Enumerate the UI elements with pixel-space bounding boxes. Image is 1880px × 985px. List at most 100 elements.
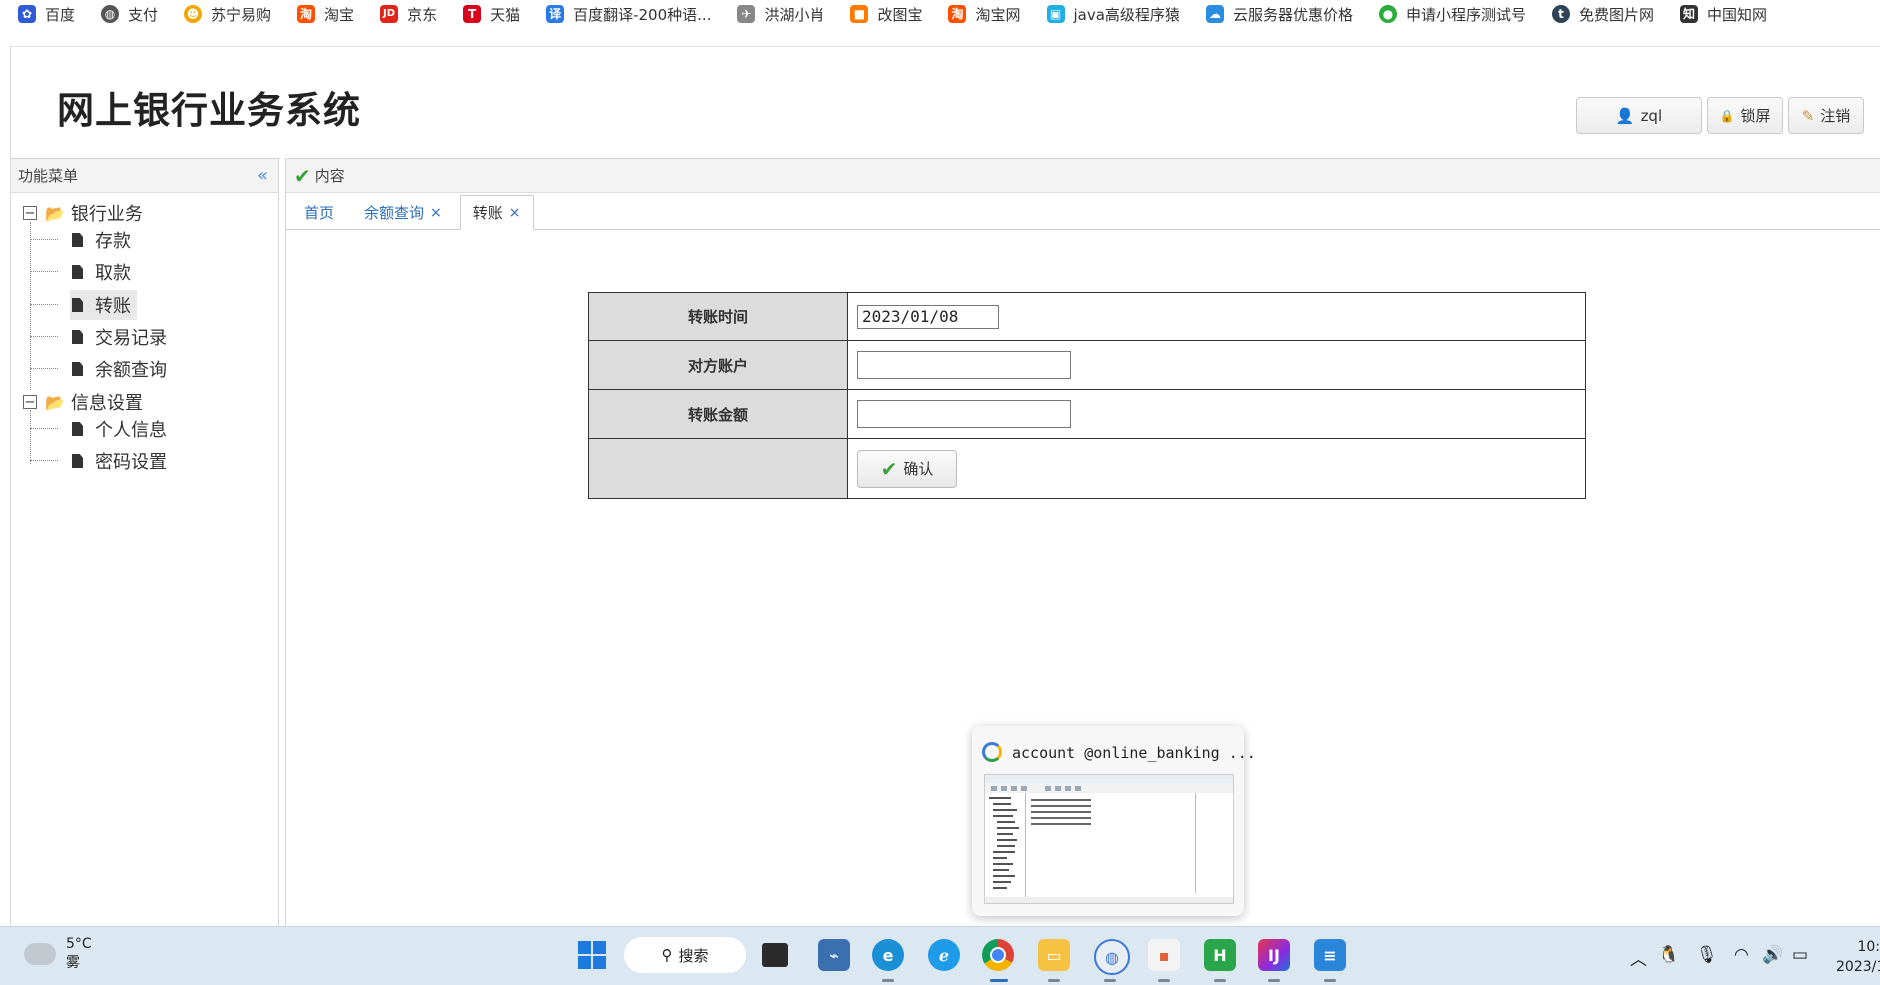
- running-indicator: [990, 979, 1008, 982]
- logout-button[interactable]: ✎ 注销: [1788, 97, 1864, 134]
- sidebar-item-profile[interactable]: 个人信息: [72, 416, 167, 442]
- bookmark-pay[interactable]: ◍ 支付: [101, 4, 158, 25]
- bookmark-free-images[interactable]: t 免费图片网: [1551, 4, 1654, 25]
- suning-lion-icon: ☻: [184, 5, 203, 23]
- jd-icon: JD: [380, 5, 399, 23]
- edge-browser-icon[interactable]: e: [872, 939, 904, 971]
- empty-label-cell: [588, 438, 848, 499]
- sidebar-item-transfer[interactable]: 转账: [70, 290, 137, 320]
- logout-icon: ✎: [1801, 106, 1815, 125]
- recipient-account-field[interactable]: [857, 351, 1071, 379]
- file-icon: [72, 422, 83, 436]
- weather-temperature: 5°C: [66, 936, 92, 952]
- navicat-icon[interactable]: ◍: [1094, 939, 1130, 975]
- bookmark-gaitubao[interactable]: ■ 改图宝: [850, 4, 922, 25]
- weather-widget[interactable]: 5°C 雾: [24, 936, 92, 972]
- form-row: 对方账户: [588, 340, 1586, 390]
- running-indicator: [1324, 979, 1336, 982]
- bookmark-java[interactable]: ▣ java高级程序猿: [1046, 4, 1180, 25]
- collapse-box-icon[interactable]: −: [23, 395, 37, 409]
- baidu-paw-icon: ✿: [18, 5, 36, 23]
- bookmark-tmall[interactable]: T 天猫: [463, 4, 520, 25]
- sidebar-item-balance[interactable]: 余额查询: [72, 356, 167, 382]
- tree-group-banking[interactable]: − 📂 银行业务: [23, 200, 143, 226]
- chrome-browser-icon[interactable]: [982, 939, 1014, 971]
- tab-transfer[interactable]: 转账 ×: [459, 195, 534, 230]
- collapse-box-icon[interactable]: −: [23, 206, 37, 220]
- running-indicator: [1048, 979, 1060, 982]
- close-icon[interactable]: ×: [430, 205, 442, 221]
- tree-guide-line: [30, 336, 58, 337]
- bookmark-taobao[interactable]: 淘淘宝: [297, 4, 354, 25]
- translate-icon: 译: [546, 5, 565, 23]
- taskbar-clock[interactable]: 10: 2023/1: [1836, 937, 1880, 977]
- form-value-cell: [847, 389, 1586, 439]
- running-indicator: [882, 979, 894, 982]
- tree-group-settings[interactable]: − 📂 信息设置: [23, 389, 143, 415]
- user-button[interactable]: 👤 zql: [1576, 97, 1702, 134]
- transfer-time-field[interactable]: [857, 304, 999, 329]
- file-icon: [72, 298, 83, 312]
- tree-guide-line: [30, 239, 58, 240]
- task-view-icon[interactable]: [762, 943, 788, 967]
- battery-icon[interactable]: ▭: [1792, 945, 1808, 965]
- windows-start-icon[interactable]: [576, 939, 608, 971]
- remote-desktop-icon[interactable]: ⌁: [818, 939, 850, 971]
- form-row: 转账金额: [588, 389, 1586, 439]
- bookmark-mini-program[interactable]: ● 申请小程序测试号: [1378, 4, 1526, 25]
- bookmark-baidu[interactable]: ✿ 百度: [18, 4, 75, 25]
- chevron-up-icon[interactable]: ︿: [1630, 945, 1647, 970]
- double-chevron-left-icon[interactable]: «: [257, 165, 268, 186]
- sidebar-item-withdraw[interactable]: 取款: [72, 259, 131, 285]
- bookmark-cnki[interactable]: 知中国知网: [1679, 4, 1767, 25]
- file-explorer-icon[interactable]: ▭: [1038, 939, 1070, 971]
- file-icon: [72, 330, 83, 344]
- bookmark-taobao-net[interactable]: 淘淘宝网: [948, 4, 1021, 25]
- window-preview[interactable]: [984, 774, 1234, 904]
- notepad-icon[interactable]: ≡: [1314, 939, 1346, 971]
- bird-icon: ✈: [737, 5, 756, 23]
- intellij-idea-icon[interactable]: IJ: [1258, 939, 1290, 971]
- transfer-amount-field[interactable]: [857, 400, 1071, 428]
- lock-screen-button[interactable]: 🔒 锁屏: [1707, 97, 1783, 134]
- tab-home[interactable]: 首页: [292, 196, 346, 229]
- file-icon: [72, 233, 83, 247]
- globe-icon: ◍: [101, 5, 120, 23]
- bookmark-suning[interactable]: ☻ 苏宁易购: [184, 4, 271, 25]
- bookmark-honghu[interactable]: ✈ 洪湖小肖: [737, 4, 824, 25]
- form-value-cell: [847, 340, 1586, 390]
- qq-icon[interactable]: 🐧: [1658, 945, 1679, 965]
- hbuilder-icon[interactable]: H: [1204, 939, 1236, 971]
- thumbnail-title: account @online_banking ...: [1012, 744, 1256, 762]
- taskbar-thumbnail-popup[interactable]: account @online_banking ...: [972, 726, 1256, 916]
- tree-guide-line: [30, 222, 31, 390]
- tree-guide-line: [30, 460, 58, 461]
- bookmark-baidu-translate[interactable]: 译百度翻译-200种语...: [546, 4, 711, 25]
- microphone-icon[interactable]: 🎙: [1696, 945, 1718, 965]
- transfer-amount-label: 转账金额: [588, 389, 848, 439]
- cnki-icon: 知: [1679, 5, 1698, 23]
- sidebar-title: 功能菜单: [18, 167, 79, 185]
- wifi-icon[interactable]: ◠: [1734, 945, 1749, 965]
- file-icon: [72, 265, 83, 279]
- taskbar: 5°C 雾 ⚲ 搜索 ⌁ e ℯ ▭ ◍ ▪ H IJ ≡ ︿ 🐧 🎙 ◠ 🔊 …: [0, 926, 1880, 985]
- confirm-button[interactable]: ✔ 确认: [857, 449, 957, 488]
- folder-open-icon: 📂: [45, 392, 65, 412]
- taobao-icon: 淘: [297, 5, 316, 23]
- close-icon[interactable]: ×: [509, 205, 521, 221]
- tab-balance-query[interactable]: 余额查询 ×: [352, 196, 454, 229]
- fog-cloud-icon: [24, 943, 56, 965]
- weather-condition: 雾: [66, 955, 80, 971]
- transfer-time-label: 转账时间: [588, 292, 848, 341]
- taskbar-search[interactable]: ⚲ 搜索: [624, 937, 746, 973]
- sidebar-item-transactions[interactable]: 交易记录: [72, 324, 167, 350]
- bookmark-jd[interactable]: JD 京东: [380, 4, 437, 25]
- slides-app-icon[interactable]: ▪: [1148, 939, 1180, 971]
- running-indicator: [1104, 979, 1116, 982]
- speaker-icon[interactable]: 🔊: [1762, 945, 1783, 965]
- ie-browser-icon[interactable]: ℯ: [928, 939, 960, 971]
- tree-guide-line: [30, 271, 58, 272]
- sidebar-item-deposit[interactable]: 存款: [72, 227, 131, 253]
- sidebar-item-password[interactable]: 密码设置: [72, 448, 167, 474]
- bookmark-cloud-server[interactable]: ☁ 云服务器优惠价格: [1205, 4, 1353, 25]
